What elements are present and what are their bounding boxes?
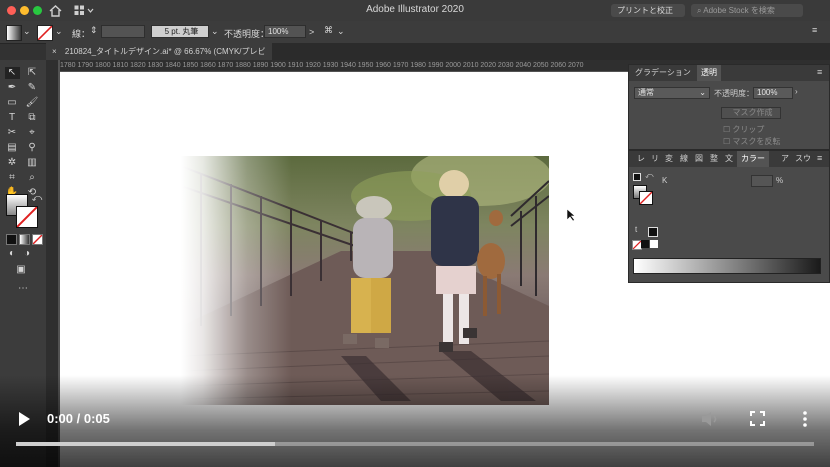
tab-gradient[interactable]: グラデーション <box>631 65 695 81</box>
paintbrush-tool-icon[interactable]: 🖌 <box>25 97 39 109</box>
chevron-down-icon[interactable]: ⌄ <box>23 26 31 37</box>
swap-colors-icon[interactable]: ⤺ <box>645 171 654 181</box>
scissors-tool-icon[interactable]: ✂ <box>5 127 19 139</box>
scale-tool-icon[interactable]: ⧉ <box>25 112 39 124</box>
color-mode-icon[interactable] <box>6 234 17 245</box>
black-swatch[interactable] <box>648 227 658 237</box>
fullscreen-icon[interactable] <box>750 411 765 426</box>
chevron-down-icon[interactable]: ⌄ <box>55 26 63 37</box>
out-of-gamut-icon[interactable]: t <box>635 225 637 234</box>
more-tools-icon[interactable]: ⋯ <box>16 283 30 295</box>
chevron-down-icon[interactable]: ⌄ <box>337 26 345 37</box>
panel-menu-icon[interactable]: ≡ <box>817 67 822 77</box>
no-color-icon <box>37 25 53 41</box>
opacity-label: 不透明度： <box>224 29 270 39</box>
invert-mask-label: マスクを反転 <box>732 137 781 146</box>
shape-builder-tool-icon[interactable]: ⌖ <box>25 127 39 139</box>
zoom-tool-icon[interactable]: ⌕ <box>25 172 39 184</box>
stock-search-placeholder: Adobe Stock を検索 <box>703 6 775 15</box>
chevron-down-icon: ⌄ <box>699 88 706 97</box>
transparency-panel: グラデーション 透明 ≡ 通常 ⌄ 不透明度： 100% › マスク作成 ☐ ク… <box>628 64 830 150</box>
blend-mode-select[interactable]: 通常 ⌄ <box>634 87 710 99</box>
stroke-color-box[interactable] <box>16 206 38 228</box>
stroke-color-box[interactable] <box>639 191 653 205</box>
close-tab-icon[interactable]: × <box>52 47 57 56</box>
tab-stroke[interactable]: 線 <box>676 151 692 167</box>
curvature-tool-icon[interactable]: ✎ <box>25 82 39 94</box>
tab-shapes[interactable]: 図 <box>691 151 707 167</box>
stroke-swatch[interactable] <box>37 25 53 41</box>
type-tool-icon[interactable]: T <box>5 112 19 124</box>
artboard-tool-icon[interactable]: ⌗ <box>5 172 19 184</box>
gradient-mask-overlay <box>181 156 549 405</box>
checkbox-icon: ☐ <box>723 137 731 146</box>
workspace-switcher[interactable]: プリントと校正 ⌄ <box>611 4 685 28</box>
make-mask-button[interactable]: マスク作成 <box>721 107 781 119</box>
color-spectrum-bar[interactable] <box>633 258 821 274</box>
selection-tool-icon[interactable]: ↖ <box>5 67 19 79</box>
no-color-icon <box>639 191 653 205</box>
workspace-label: プリントと校正 <box>617 6 673 15</box>
gradient-mode-icon[interactable] <box>19 234 30 245</box>
white-swatch-small[interactable] <box>650 240 658 248</box>
panel-opacity-field[interactable]: 100% <box>753 87 793 99</box>
chevron-down-icon[interactable]: ⌄ <box>211 26 219 37</box>
tab-align[interactable]: 整 <box>706 151 722 167</box>
volume-icon[interactable] <box>700 410 720 428</box>
video-time: 0:00 / 0:05 <box>47 411 110 426</box>
panel-menu-icon[interactable]: ≡ <box>817 153 822 163</box>
stroke-stepper-icon[interactable]: ⇕ <box>90 25 98 36</box>
default-colors-icon[interactable] <box>633 173 641 181</box>
panel-opacity-label: 不透明度： <box>714 89 754 98</box>
black-swatch-small[interactable] <box>641 240 649 248</box>
checkbox-icon: ☐ <box>723 125 731 134</box>
opacity-arrow[interactable]: > <box>309 27 314 37</box>
color-panel: レ リ 変 線 図 整 文 カラー ア スウ ≡ ⤺ K % t <box>628 150 830 283</box>
stock-search-input[interactable]: ⌕ Adobe Stock を検索 <box>691 4 803 17</box>
k-channel-field[interactable] <box>751 175 773 187</box>
play-icon[interactable] <box>17 411 31 427</box>
draw-behind-icon[interactable]: ◑ <box>20 248 34 260</box>
tab-character[interactable]: 文 <box>721 151 737 167</box>
swap-fill-stroke-icon[interactable]: ⤺ <box>30 193 44 205</box>
percent-unit: % <box>776 176 784 185</box>
document-tab-bar: × 210824_タイトルデザイン.ai* @ 66.67% (CMYK/プレビ… <box>46 43 830 73</box>
opacity-field[interactable]: 100% <box>264 25 306 38</box>
symbol-sprayer-tool-icon[interactable]: ✲ <box>5 157 19 169</box>
search-icon: ⌕ <box>697 6 702 15</box>
direct-selection-tool-icon[interactable]: ⇱ <box>25 67 39 79</box>
pen-tool-icon[interactable]: ✒ <box>5 82 19 94</box>
mouse-cursor-icon <box>566 208 576 222</box>
title-bar: Adobe Illustrator 2020 プリントと校正 ⌄ ⌕ Adobe… <box>0 0 830 28</box>
document-tab[interactable]: × 210824_タイトルデザイン.ai* @ 66.67% (CMYK/プレビ… <box>46 43 272 73</box>
column-graph-tool-icon[interactable]: ▥ <box>25 157 39 169</box>
brush-definition-field[interactable]: 5 pt. 丸筆 <box>151 25 209 38</box>
clip-checkbox[interactable]: ☐ クリップ <box>723 124 764 135</box>
tab-transparency[interactable]: 透明 <box>697 65 721 81</box>
stroke-label: 線： <box>72 29 91 39</box>
chevron-right-icon[interactable]: › <box>795 87 798 96</box>
invert-mask-checkbox[interactable]: ☐ マスクを反転 <box>723 136 780 147</box>
rectangle-tool-icon[interactable]: ▭ <box>5 97 19 109</box>
eyedropper-tool-icon[interactable]: ⚲ <box>25 142 39 154</box>
gradient-tool-icon[interactable]: ▤ <box>5 142 19 154</box>
no-color-icon <box>16 206 38 228</box>
video-progress-fill <box>16 442 276 446</box>
k-channel-label: K <box>662 176 668 185</box>
control-bar: ⌄ ⌄ 線： ⇕ 5 pt. 丸筆 ⌄ 不透明度： 100% > ⌘ ⌄ ≡ <box>0 21 830 44</box>
more-icon[interactable] <box>801 410 809 428</box>
style-icon[interactable]: ⌘ <box>324 25 333 36</box>
draw-mode-icon[interactable]: ◐ <box>5 248 19 260</box>
none-mode-icon[interactable] <box>32 234 43 245</box>
panel-menu-icon[interactable]: ≡ <box>812 25 817 35</box>
tab-transform[interactable]: 変 <box>661 151 677 167</box>
blend-mode-value: 通常 <box>638 88 654 97</box>
tab-swatches[interactable]: スウ <box>791 151 815 167</box>
tab-color[interactable]: カラー <box>737 151 769 167</box>
stroke-weight-field[interactable] <box>101 25 145 38</box>
fill-swatch[interactable] <box>6 25 22 41</box>
screen-mode-icon[interactable]: ▣ <box>14 264 28 276</box>
clip-label: クリップ <box>732 125 765 134</box>
